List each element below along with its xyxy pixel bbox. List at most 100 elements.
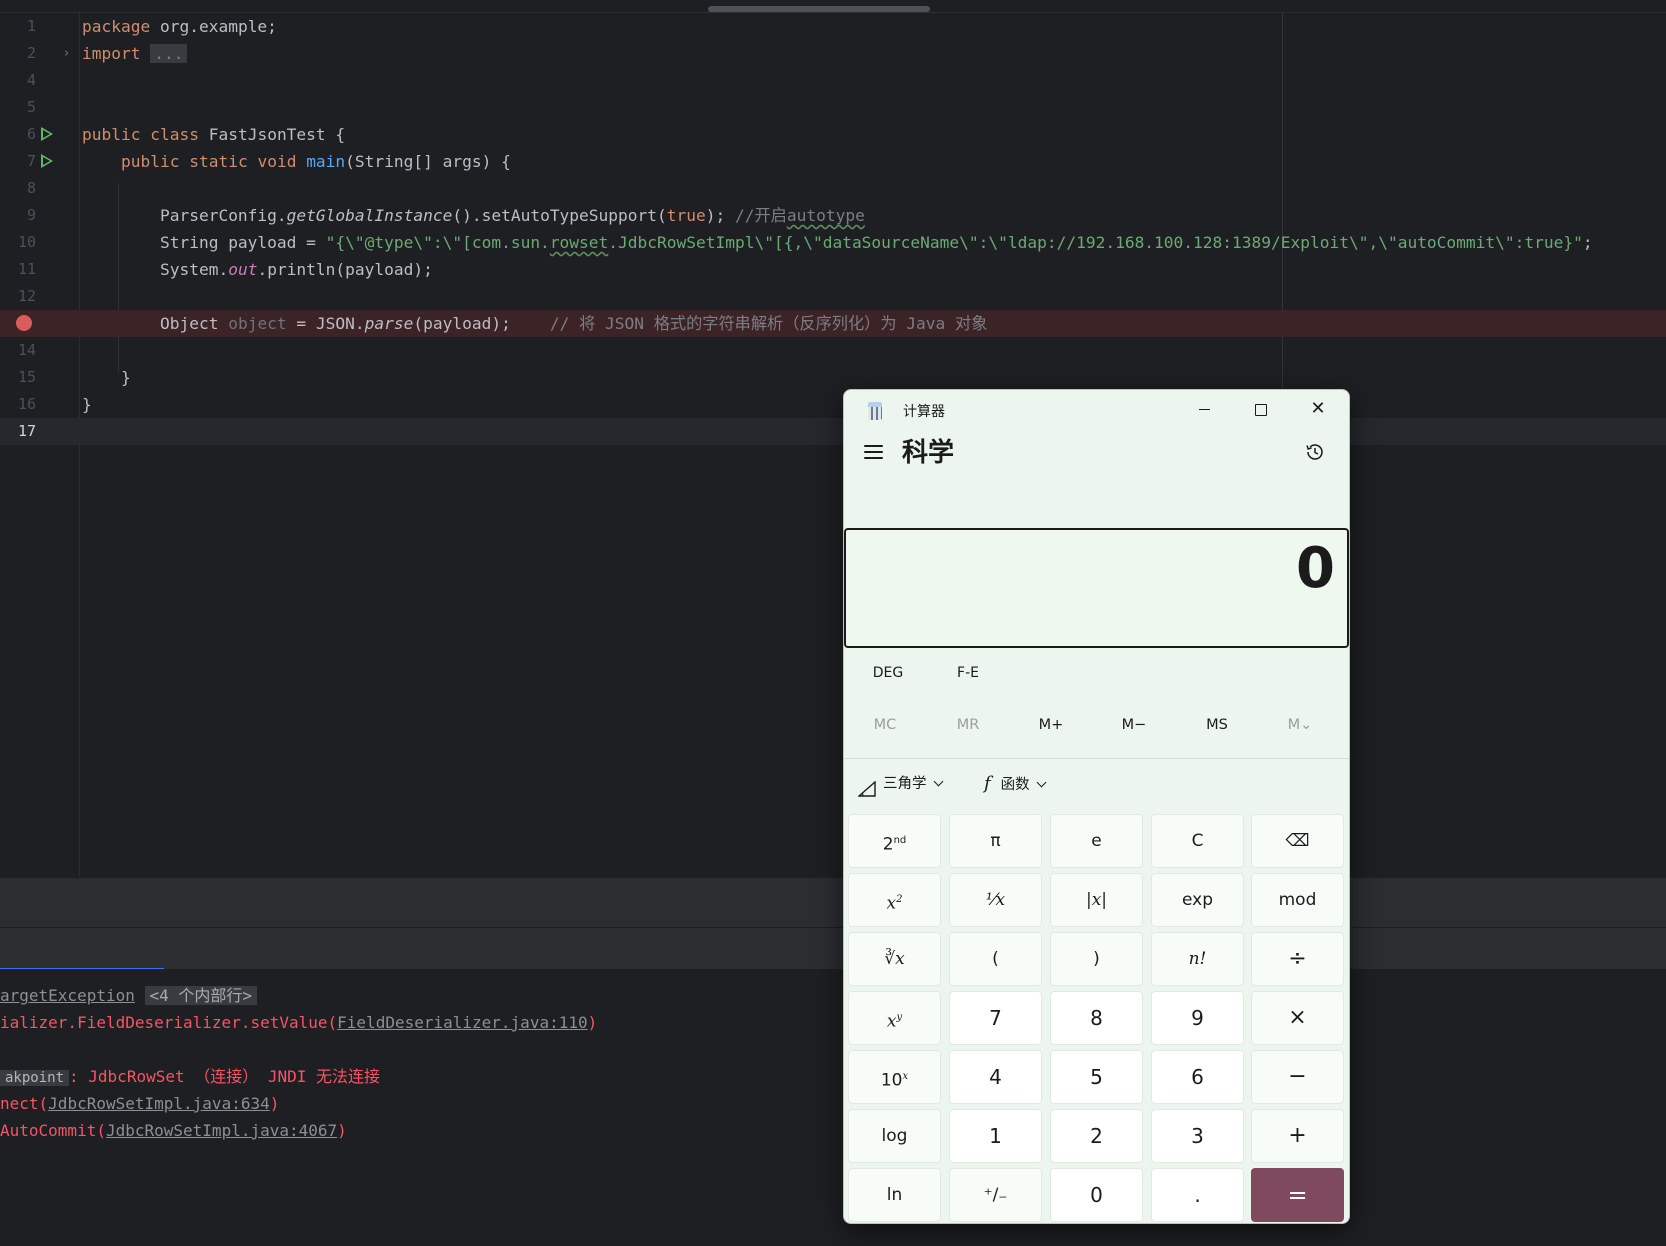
code-line[interactable]: 8	[0, 175, 1666, 202]
collapsed-frames[interactable]: <4 个内部行>	[144, 986, 258, 1005]
minimize-button[interactable]	[1176, 390, 1232, 430]
code-text: }	[82, 368, 131, 387]
code-editor[interactable]: 1 package org.example; 2 › import ... 4 …	[0, 0, 1666, 877]
memory-recall-button[interactable]: MR	[938, 708, 998, 742]
absolute-value-button[interactable]: |x|	[1050, 873, 1143, 927]
angle-unit-button[interactable]: DEG	[864, 656, 912, 690]
minus-button[interactable]: −	[1251, 1050, 1344, 1104]
backspace-icon: ⌫	[1285, 831, 1310, 851]
code-line[interactable]: 4	[0, 67, 1666, 94]
divide-button[interactable]: ÷	[1251, 932, 1344, 986]
digit-4-button[interactable]: 4	[949, 1050, 1042, 1104]
digit-1-button[interactable]: 1	[949, 1109, 1042, 1163]
fe-toggle-button[interactable]: F-E	[946, 656, 990, 690]
chevron-right-icon[interactable]: ›	[64, 40, 69, 67]
digit-0-button[interactable]: 0	[1050, 1168, 1143, 1222]
second-function-button[interactable]: 2nd	[848, 814, 941, 868]
line-number: 8	[26, 179, 36, 197]
code-text: public class FastJsonTest {	[82, 125, 346, 144]
code-line[interactable]: 11 System.out.println(payload);	[0, 256, 1666, 283]
functions-dropdown[interactable]: f 函数	[976, 766, 1078, 802]
code-line[interactable]: 1 package org.example;	[0, 13, 1666, 40]
divider	[844, 758, 1349, 759]
equals-button[interactable]: =	[1251, 1168, 1344, 1222]
calculator-titlebar[interactable]: 计算器 ✕	[844, 390, 1349, 430]
digit-6-button[interactable]: 6	[1151, 1050, 1244, 1104]
memory-add-button[interactable]: M+	[1021, 708, 1081, 742]
digit-2-button[interactable]: 2	[1050, 1109, 1143, 1163]
digit-9-button[interactable]: 9	[1151, 991, 1244, 1045]
square-button[interactable]: x2	[848, 873, 941, 927]
function-icon: f	[984, 773, 991, 794]
chevron-down-icon	[1036, 777, 1047, 788]
line-number: 11	[17, 260, 36, 278]
digit-8-button[interactable]: 8	[1050, 991, 1143, 1045]
horizontal-scrollbar[interactable]	[708, 6, 930, 12]
hamburger-icon	[864, 445, 883, 447]
euler-button[interactable]: e	[1050, 814, 1143, 868]
breakpoint-icon[interactable]	[16, 315, 32, 331]
memory-subtract-button[interactable]: M−	[1104, 708, 1164, 742]
history-button[interactable]	[1297, 434, 1333, 470]
left-paren-button[interactable]: (	[949, 932, 1042, 986]
digit-7-button[interactable]: 7	[949, 991, 1042, 1045]
code-line-current[interactable]: 17	[0, 418, 1666, 445]
folded-imports[interactable]: ...	[150, 44, 188, 63]
code-line[interactable]: 15 }	[0, 364, 1666, 391]
keypad: 2nd π e C ⌫ x2 ¹⁄x |x| exp mod ∛x ( ) n!…	[848, 814, 1344, 1222]
code-line[interactable]: 9 ParserConfig.getGlobalInstance().setAu…	[0, 202, 1666, 229]
line-number: 12	[17, 287, 36, 305]
line-number: 6	[26, 125, 36, 143]
log-button[interactable]: log	[848, 1109, 941, 1163]
reciprocal-button[interactable]: ¹⁄x	[949, 873, 1042, 927]
code-text: public static void main(String[] args) {	[120, 152, 511, 171]
code-line[interactable]: 16 }	[0, 391, 1666, 418]
memory-store-button[interactable]: MS	[1187, 708, 1247, 742]
code-line-breakpoint[interactable]: Object object = JSON.parse(payload); // …	[0, 310, 1666, 337]
line-number: 9	[26, 206, 36, 224]
digit-3-button[interactable]: 3	[1151, 1109, 1244, 1163]
console-line: nect(JdbcRowSetImpl.java:634)	[0, 1094, 280, 1113]
negate-button[interactable]: ⁺∕₋	[949, 1168, 1042, 1222]
multiply-button[interactable]: ×	[1251, 991, 1344, 1045]
chevron-down-icon	[933, 776, 943, 787]
pi-button[interactable]: π	[949, 814, 1042, 868]
factorial-button[interactable]: n!	[1151, 932, 1244, 986]
decimal-button[interactable]: .	[1151, 1168, 1244, 1222]
code-line[interactable]: 14	[0, 337, 1666, 364]
line-number: 1	[26, 17, 36, 35]
breakpoint-chip[interactable]: akpoint	[0, 1070, 70, 1086]
code-line[interactable]: 2 › import ...	[0, 40, 1666, 67]
code-line[interactable]: 12	[0, 283, 1666, 310]
digit-5-button[interactable]: 5	[1050, 1050, 1143, 1104]
memory-clear-button[interactable]: MC	[855, 708, 915, 742]
calculator-window[interactable]: 计算器 ✕ 科学 0 DEG F-E MC MR M+ M− MS M⌄ 三角学…	[843, 389, 1350, 1224]
code-line[interactable]: 6 public class FastJsonTest {	[0, 121, 1666, 148]
code-text: }	[82, 395, 92, 414]
ten-power-button[interactable]: 10x	[848, 1050, 941, 1104]
navigation-menu-button[interactable]	[854, 434, 894, 470]
maximize-button[interactable]	[1233, 390, 1289, 430]
console-output[interactable]: argetException <4 个内部行> ializer.FieldDes…	[0, 969, 1666, 1246]
clear-button[interactable]: C	[1151, 814, 1244, 868]
run-icon[interactable]	[41, 127, 53, 141]
memory-list-button[interactable]: M⌄	[1270, 708, 1330, 742]
square-root-button[interactable]: ∛x	[848, 932, 941, 986]
plus-button[interactable]: +	[1251, 1109, 1344, 1163]
line-number: 16	[17, 395, 36, 413]
code-line[interactable]: 5	[0, 94, 1666, 121]
trigonometry-dropdown[interactable]: 三角学	[857, 766, 970, 802]
code-line[interactable]: 10 String payload = "{\"@type\":\"[com.s…	[0, 229, 1666, 256]
code-line[interactable]: 7 public static void main(String[] args)…	[0, 148, 1666, 175]
result-display: 0	[844, 528, 1349, 648]
backspace-button[interactable]: ⌫	[1251, 814, 1344, 868]
natural-log-button[interactable]: ln	[848, 1168, 941, 1222]
right-paren-button[interactable]: )	[1050, 932, 1143, 986]
close-button[interactable]: ✕	[1290, 390, 1346, 430]
tool-window-tabs	[0, 927, 1666, 970]
power-button[interactable]: xy	[848, 991, 941, 1045]
hamburger-icon-bar	[864, 457, 883, 459]
modulo-button[interactable]: mod	[1251, 873, 1344, 927]
run-icon[interactable]	[41, 154, 53, 168]
exp-button[interactable]: exp	[1151, 873, 1244, 927]
